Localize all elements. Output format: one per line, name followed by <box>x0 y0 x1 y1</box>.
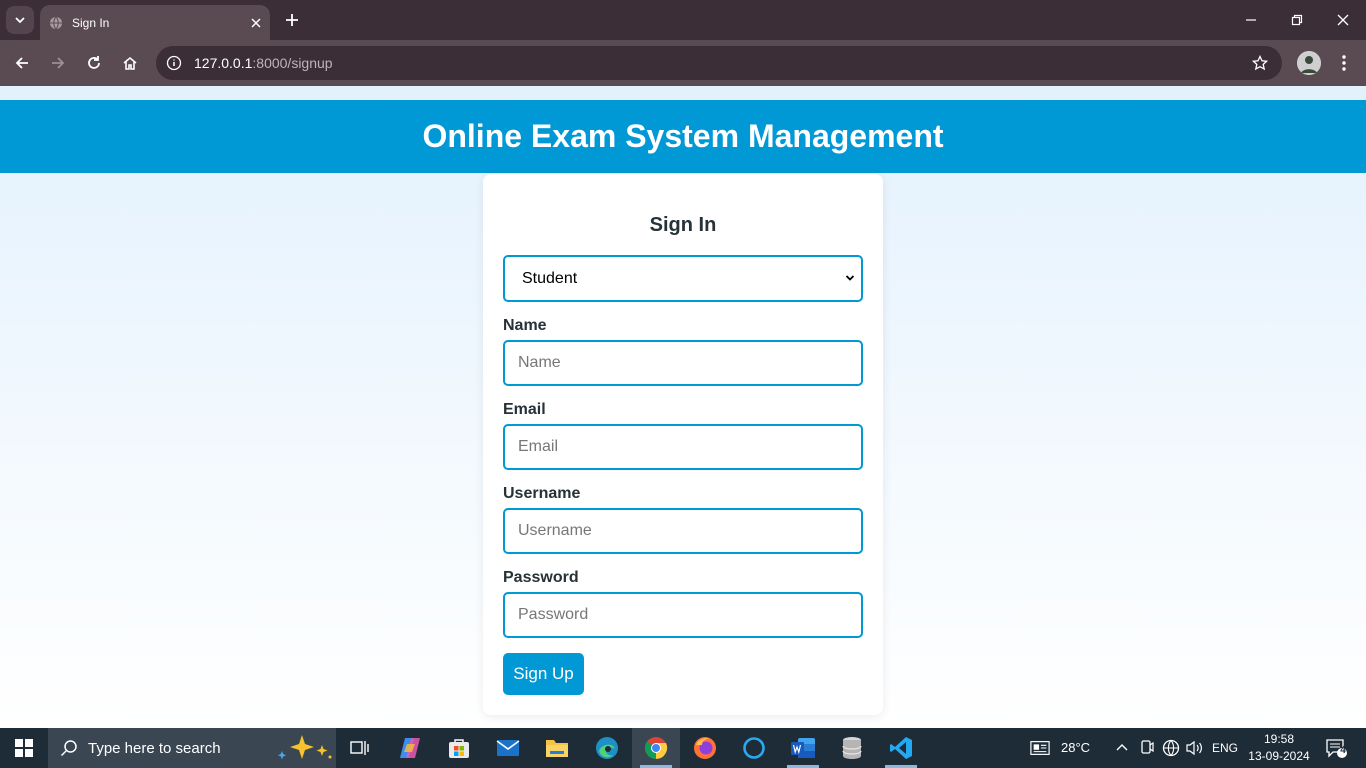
search-placeholder: Type here to search <box>88 739 221 757</box>
tab-search-button[interactable] <box>6 6 34 34</box>
chrome-icon <box>644 737 668 759</box>
restore-icon <box>1291 14 1303 26</box>
page-viewport: Online Exam System Management Sign In St… <box>0 86 1366 728</box>
reload-button[interactable] <box>80 49 108 77</box>
firefox-app[interactable] <box>681 728 729 768</box>
plus-icon <box>286 14 298 26</box>
arrow-right-icon <box>52 57 65 69</box>
mail-app[interactable] <box>484 728 532 768</box>
email-input[interactable] <box>503 424 863 470</box>
word-icon <box>791 738 815 758</box>
username-label: Username <box>503 485 581 502</box>
sparkle-icon <box>277 735 332 760</box>
search-icon <box>60 740 77 757</box>
windows-icon <box>15 739 33 757</box>
cortana-icon <box>743 737 765 759</box>
clock-time: 19:58 <box>1263 732 1295 746</box>
start-button[interactable] <box>0 728 48 768</box>
vscode-icon <box>890 737 912 759</box>
arrow-left-icon <box>15 57 28 69</box>
name-label: Name <box>503 317 547 334</box>
taskbar: Type here to search 28°C ENG 19:58 13-09… <box>0 728 1366 768</box>
restore-button[interactable] <box>1274 0 1320 40</box>
copilot-icon <box>400 738 420 758</box>
card-title: Sign In <box>649 214 717 236</box>
database-tool-app[interactable] <box>828 728 876 768</box>
tab-title: Sign In <box>72 15 110 30</box>
new-tab-button[interactable] <box>280 8 304 32</box>
role-select[interactable]: Student <box>503 255 863 302</box>
file-explorer-app[interactable] <box>533 728 581 768</box>
notification-center-icon[interactable]: 4 <box>1324 737 1348 759</box>
password-input[interactable] <box>503 592 863 638</box>
globe-icon <box>48 15 64 31</box>
language-indicator[interactable]: ENG <box>1212 741 1238 755</box>
signup-card: Sign In Student Name Email Username Pass… <box>483 174 883 715</box>
reload-icon <box>88 56 100 69</box>
firefox-icon <box>694 737 716 759</box>
password-label: Password <box>503 569 579 586</box>
site-header: Online Exam System Management <box>0 100 1366 173</box>
browser-tab-active[interactable]: Sign In <box>40 5 270 40</box>
avatar-icon <box>1297 51 1321 75</box>
copilot-app[interactable] <box>386 728 434 768</box>
cortana-app[interactable] <box>730 728 778 768</box>
url-host: 127.0.0.1 <box>194 55 253 71</box>
home-button[interactable] <box>116 49 144 77</box>
word-app[interactable] <box>779 728 827 768</box>
vscode-app[interactable] <box>877 728 925 768</box>
chevron-down-icon <box>843 271 857 285</box>
sign-up-button[interactable]: Sign Up <box>503 653 584 695</box>
forward-button[interactable] <box>44 49 72 77</box>
role-select-value: Student <box>522 269 578 287</box>
task-view-icon <box>350 741 369 755</box>
chrome-app[interactable] <box>632 728 680 768</box>
browser-tab-bar: Sign In <box>0 0 1366 40</box>
site-title: Online Exam System Management <box>422 118 944 154</box>
chevron-down-icon <box>15 17 25 24</box>
edge-app[interactable] <box>583 728 631 768</box>
name-input[interactable] <box>503 340 863 386</box>
store-icon <box>449 739 469 758</box>
site-info-icon[interactable] <box>166 55 182 71</box>
url-path: :8000/signup <box>252 55 333 71</box>
address-bar[interactable]: 127.0.0.1:8000/signup <box>156 46 1282 80</box>
task-view-button[interactable] <box>336 728 384 768</box>
clock-date: 13-09-2024 <box>1248 749 1310 763</box>
more-vertical-icon <box>1342 55 1346 71</box>
edge-icon <box>596 737 618 759</box>
network-globe-icon[interactable] <box>1161 738 1181 758</box>
weather-temperature[interactable]: 28°C <box>1061 740 1090 755</box>
minimize-icon <box>1246 19 1256 21</box>
back-button[interactable] <box>8 49 36 77</box>
browser-menu-button[interactable] <box>1334 50 1354 76</box>
system-clock[interactable]: 19:58 13-09-2024 <box>1240 731 1318 765</box>
url-text: 127.0.0.1:8000/signup <box>194 55 333 71</box>
bookmark-star-icon[interactable] <box>1250 53 1270 73</box>
volume-icon[interactable] <box>1184 738 1204 758</box>
minimize-button[interactable] <box>1228 0 1274 40</box>
close-icon <box>1337 14 1349 26</box>
mail-icon <box>496 740 520 756</box>
close-window-button[interactable] <box>1320 0 1366 40</box>
taskbar-search[interactable]: Type here to search <box>48 728 336 768</box>
username-input[interactable] <box>503 508 863 554</box>
close-tab-icon[interactable] <box>246 13 266 33</box>
microsoft-store-app[interactable] <box>435 728 483 768</box>
folder-icon <box>546 740 568 757</box>
meet-now-icon[interactable] <box>1137 738 1157 758</box>
weather-icon[interactable] <box>1030 738 1050 758</box>
browser-toolbar: 127.0.0.1:8000/signup <box>0 40 1366 86</box>
email-label: Email <box>503 401 546 418</box>
profile-avatar[interactable] <box>1297 51 1321 75</box>
notification-count: 4 <box>1340 745 1346 756</box>
home-icon <box>123 56 137 70</box>
chevron-up-icon[interactable] <box>1112 738 1132 758</box>
database-icon <box>842 737 862 759</box>
